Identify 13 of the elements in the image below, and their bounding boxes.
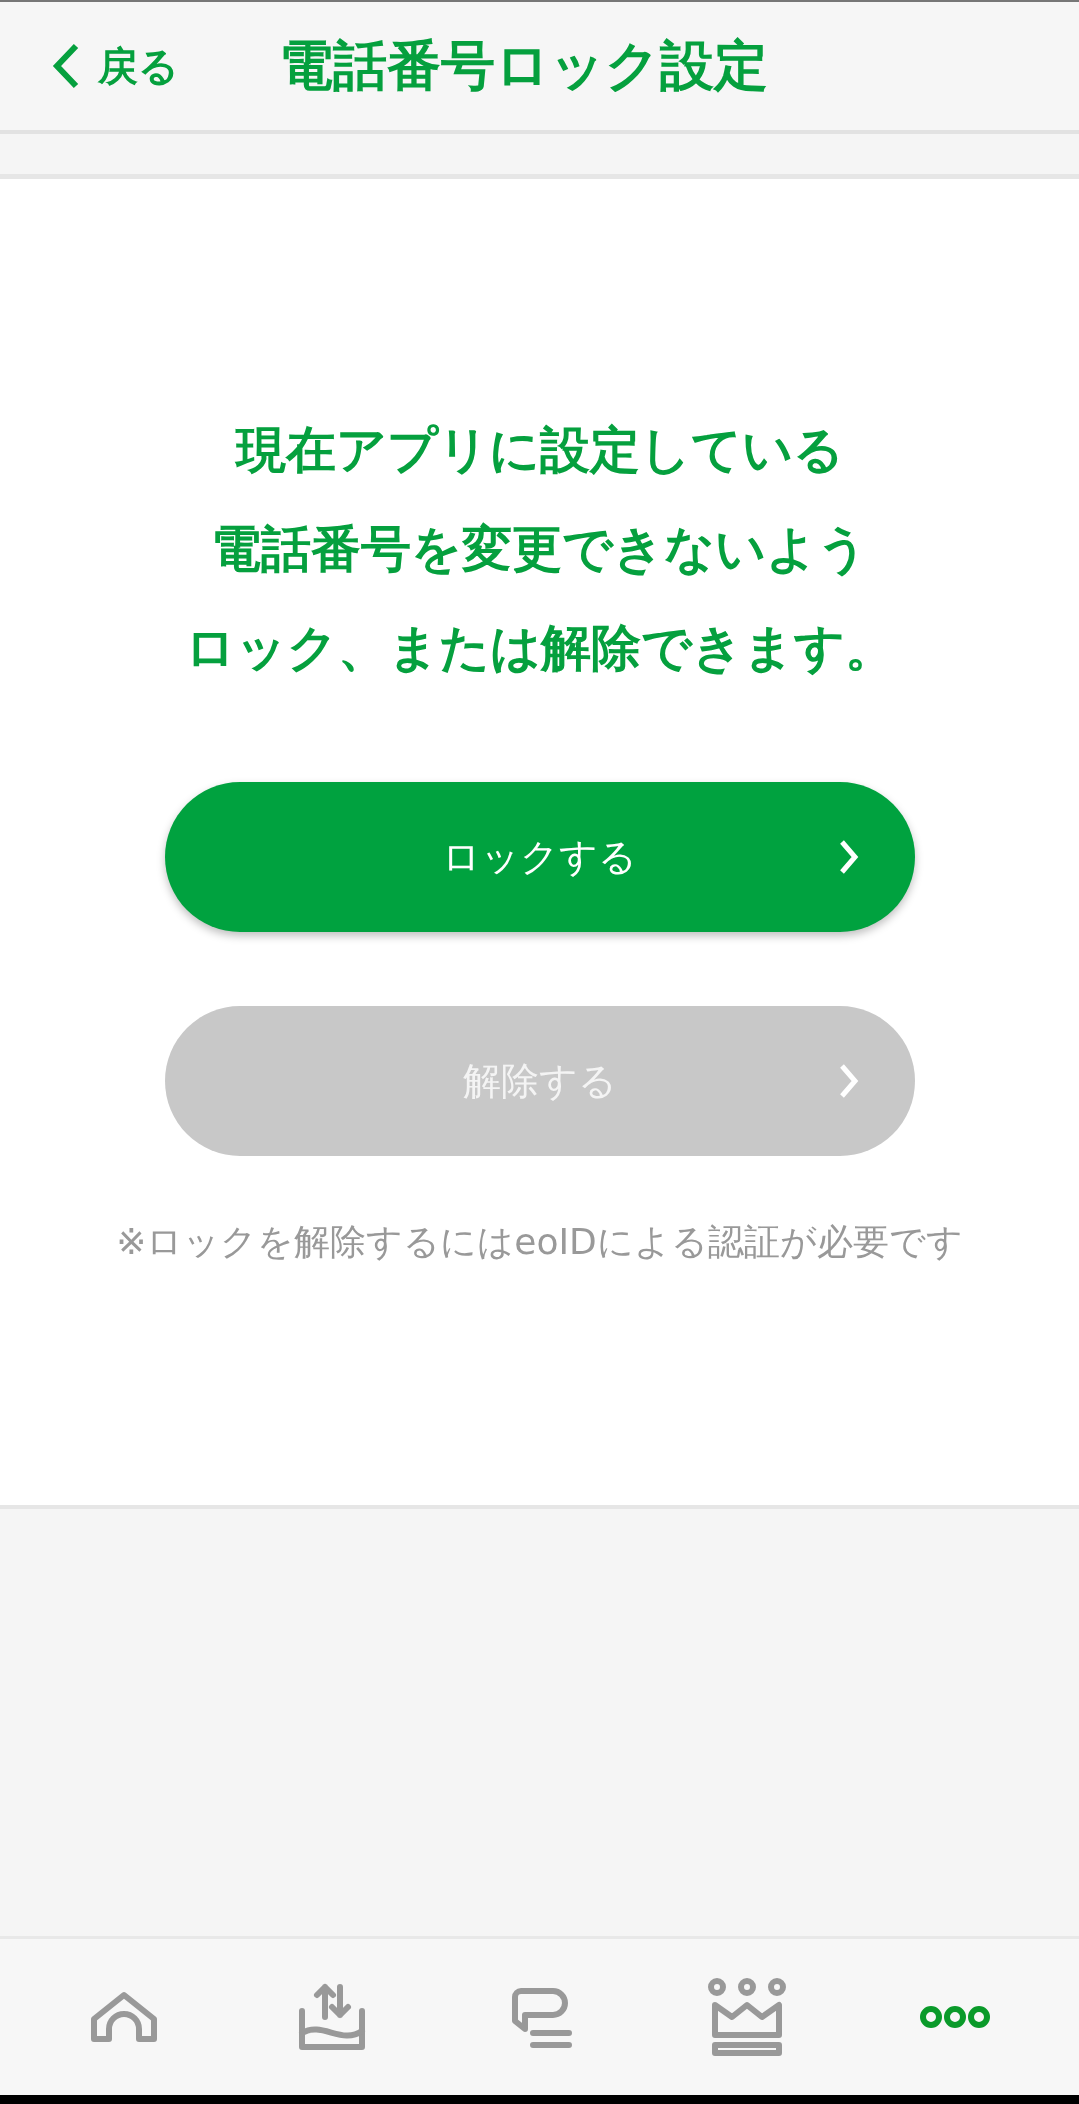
chevron-right-icon: [838, 839, 859, 875]
message-text: ロック、または解除できます。: [184, 618, 895, 679]
chevron-left-icon: [52, 42, 80, 90]
crown-icon: [707, 1977, 788, 2057]
note-text: ※ロックを解除するにはeoIDによる認証が必要です: [116, 1220, 963, 1264]
transfer-icon: [296, 1981, 367, 2053]
more-icon: [919, 2005, 992, 2029]
action-button[interactable]: ロックする: [164, 782, 915, 932]
back-button[interactable]: 戻る: [0, 38, 179, 94]
message-text: 電話番号を変更できないよう: [211, 519, 868, 580]
screen-title: 電話番号ロック設定: [279, 32, 768, 99]
message-text: 現在アプリに設定している: [235, 420, 844, 481]
chevron-right-icon: [838, 1063, 859, 1099]
